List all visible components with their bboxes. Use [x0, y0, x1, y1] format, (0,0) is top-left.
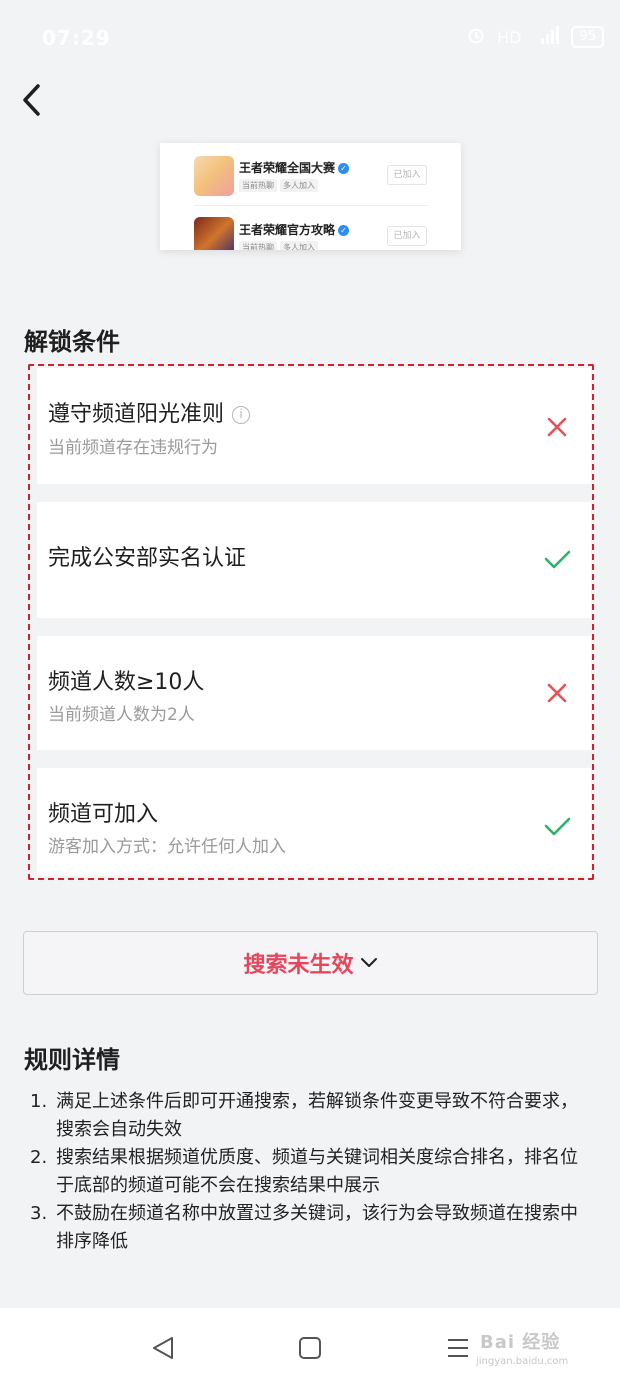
channel-preview-card: 王者荣耀全国大赛 ✓ 当前热聊 多人加入 已加入 王者荣耀官方攻略 ✓ 当前热聊 多…: [160, 143, 461, 250]
rule-item: 3. 不鼓励在频道名称中放置过多关键词，该行为会导致频道在搜索中排序降低: [30, 1200, 590, 1256]
unlock-section-title: 解锁条件: [24, 328, 120, 356]
square-home-icon: [299, 1337, 321, 1359]
channel-avatar: [194, 217, 234, 250]
verified-icon: ✓: [338, 225, 350, 236]
nav-menu-button[interactable]: [440, 1330, 476, 1366]
watermark-url: jingyan.baidu.com: [476, 1356, 569, 1367]
rule-item: 1. 满足上述条件后即可开通搜索，若解锁条件变更导致不符合要求，搜索会自动失效: [30, 1088, 590, 1144]
menu-lines-icon: [448, 1339, 468, 1357]
preview-tag: 当前热聊: [239, 241, 277, 250]
signal-icon: [533, 26, 560, 48]
back-button[interactable]: [10, 78, 54, 122]
status-bar: 07:29 HD 95: [0, 0, 620, 76]
chevron-left-icon: [23, 84, 40, 116]
chevron-down-icon: [360, 958, 377, 967]
preview-channel-name: 王者荣耀官方攻略 ✓: [239, 221, 350, 238]
divider: [194, 205, 428, 206]
rule-text: 搜索结果根据频道优质度、频道与关键词相关度综合排名，排名位于底部的频道可能不会在…: [56, 1147, 578, 1196]
rule-item: 2. 搜索结果根据频道优质度、频道与关键词相关度综合排名，排名位于底部的频道可能…: [30, 1144, 590, 1200]
highlight-annotation-box: [28, 364, 594, 880]
rule-text: 不鼓励在频道名称中放置过多关键词，该行为会导致频道在搜索中排序降低: [56, 1203, 578, 1252]
rule-number: 3.: [30, 1203, 48, 1224]
preview-channel-row: 王者荣耀官方攻略 ✓ 当前热聊 多人加入 已加入: [160, 211, 461, 250]
battery-indicator: 95: [571, 26, 604, 48]
search-status-button[interactable]: 搜索未生效: [23, 931, 598, 995]
rule-number: 1.: [30, 1091, 48, 1112]
preview-channel-row: 王者荣耀全国大赛 ✓ 当前热聊 多人加入 已加入: [160, 149, 461, 209]
channel-avatar: [194, 156, 234, 196]
watermark-brand: Bai 经验: [480, 1332, 561, 1353]
preview-tag: 多人加入: [280, 241, 318, 250]
hd-badge: HD: [497, 27, 522, 47]
joined-badge: 已加入: [387, 226, 427, 246]
verified-icon: ✓: [338, 163, 350, 174]
rule-number: 2.: [30, 1147, 48, 1168]
rules-list: 1. 满足上述条件后即可开通搜索，若解锁条件变更导致不符合要求，搜索会自动失效 …: [30, 1088, 590, 1256]
rules-section-title: 规则详情: [24, 1046, 120, 1074]
status-time: 07:29: [42, 26, 111, 50]
preview-channel-name: 王者荣耀全国大赛 ✓: [239, 159, 350, 176]
status-icons: HD 95: [467, 26, 604, 48]
triangle-back-icon: [153, 1337, 173, 1359]
joined-badge: 已加入: [387, 165, 427, 185]
preview-tag: 当前热聊: [239, 179, 277, 192]
preview-tag: 多人加入: [280, 179, 318, 192]
search-status-label: 搜索未生效: [243, 953, 354, 978]
nav-home-button[interactable]: [292, 1330, 328, 1366]
nav-back-button[interactable]: [146, 1330, 182, 1366]
alarm-icon: [467, 26, 485, 48]
rule-text: 满足上述条件后即可开通搜索，若解锁条件变更导致不符合要求，搜索会自动失效: [56, 1091, 578, 1140]
